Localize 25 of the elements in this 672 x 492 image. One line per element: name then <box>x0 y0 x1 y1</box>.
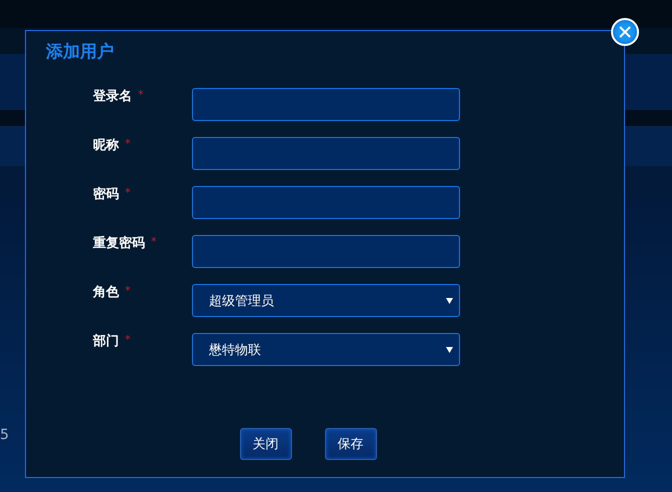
input-field[interactable] <box>192 137 460 170</box>
dropdown-arrow-icon <box>446 298 453 304</box>
field-label: 登录名 <box>93 89 132 105</box>
cancel-button[interactable]: 关闭 <box>240 428 292 460</box>
select-field[interactable]: 懋特物联 <box>192 333 460 366</box>
required-mark: * <box>125 187 130 199</box>
input-field[interactable] <box>192 235 460 268</box>
field-label: 角色 <box>93 285 119 301</box>
dropdown-arrow-icon <box>446 346 453 352</box>
pager-text: 5 <box>0 427 9 443</box>
save-button[interactable]: 保存 <box>324 428 376 460</box>
field-label: 重复密码 <box>93 236 145 252</box>
required-mark: * <box>125 285 130 297</box>
required-mark: * <box>151 236 156 248</box>
field-label: 密码 <box>93 187 119 203</box>
input-field[interactable] <box>192 88 460 121</box>
dialog-title: 添加用户 <box>46 41 115 63</box>
field-label: 部门 <box>93 334 119 350</box>
required-mark: * <box>125 138 130 150</box>
required-mark: * <box>125 334 130 346</box>
field-label: 昵称 <box>93 138 119 154</box>
input-field[interactable] <box>192 186 460 219</box>
select-field[interactable]: 超级管理员 <box>192 284 460 317</box>
required-mark: * <box>138 89 144 101</box>
close-icon <box>619 26 631 38</box>
